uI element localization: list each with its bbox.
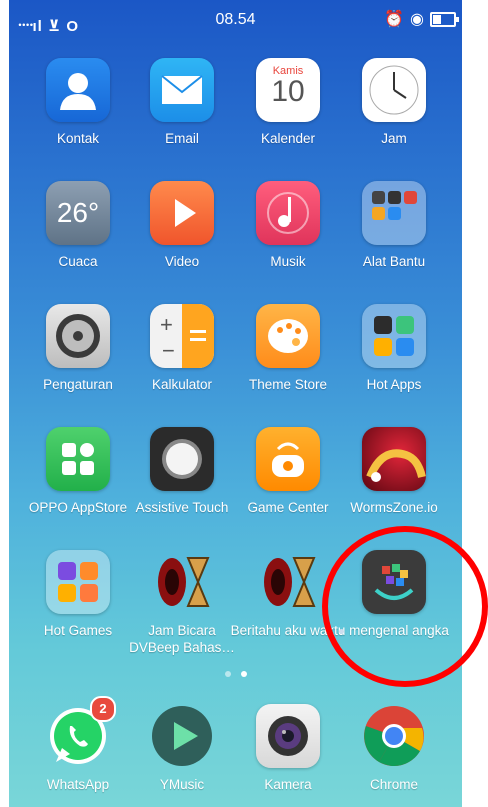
speaker-hourglass-icon — [256, 550, 320, 614]
folder-icon — [362, 181, 426, 245]
clock-icon — [362, 58, 426, 122]
chrome-icon — [362, 704, 426, 768]
whatsapp-icon: 2 — [46, 696, 116, 768]
speaker-hourglass-icon — [150, 550, 214, 614]
app-pengaturan[interactable]: Pengaturan — [19, 304, 137, 393]
camera-icon — [256, 704, 320, 768]
folder-icon — [362, 304, 426, 368]
weather-icon: 26° — [46, 181, 110, 245]
dock-kamera[interactable]: Kamera — [229, 704, 347, 793]
calendar-icon: Kamis 10 — [256, 58, 320, 122]
calculator-icon: + − — [150, 304, 214, 368]
page-dot-2[interactable] — [240, 671, 247, 677]
folder-alat-bantu[interactable]: Alat Bantu — [335, 181, 453, 270]
folder-icon — [46, 550, 110, 614]
app-kontak[interactable]: Kontak — [19, 58, 137, 147]
highlight-circle — [322, 526, 488, 687]
svg-text:+: + — [160, 312, 173, 337]
worm-game-icon — [362, 427, 426, 491]
contacts-icon — [46, 58, 110, 122]
dock-chrome[interactable]: Chrome — [335, 704, 453, 793]
battery-icon — [430, 11, 459, 27]
page-dot-1[interactable] — [224, 671, 231, 677]
email-icon — [150, 58, 214, 122]
dock-ymusic[interactable]: YMusic — [123, 704, 241, 793]
appstore-icon — [46, 427, 110, 491]
app-jam-bicara[interactable]: Jam Bicara DVBeep Bahas… — [123, 550, 241, 656]
app-musik[interactable]: Musik — [229, 181, 347, 270]
eye-icon: ◉ — [410, 11, 424, 28]
app-jam[interactable]: Jam — [335, 58, 453, 147]
music-icon — [256, 181, 320, 245]
alarm-icon: ⏰ — [384, 11, 405, 28]
app-email[interactable]: Email — [123, 58, 241, 147]
status-bar: ᠁ıl ⊻ O 08.54 ⏰ ◉ — [9, 0, 462, 40]
folder-hot-games[interactable]: Hot Games — [19, 550, 137, 639]
settings-icon — [46, 304, 110, 368]
gamepad-icon — [256, 427, 320, 491]
notification-badge: 2 — [90, 696, 116, 722]
app-video[interactable]: Video — [123, 181, 241, 270]
assistive-touch-icon — [150, 427, 214, 491]
ymusic-icon — [150, 704, 214, 768]
app-game-center[interactable]: Game Center — [229, 427, 347, 516]
app-theme-store[interactable]: Theme Store — [229, 304, 347, 393]
app-cuaca[interactable]: 26° Cuaca — [19, 181, 137, 270]
palette-icon — [256, 304, 320, 368]
app-wormszone[interactable]: WormsZone.io — [335, 427, 453, 516]
app-kalkulator[interactable]: + − Kalkulator — [123, 304, 241, 393]
dock-whatsapp[interactable]: 2 WhatsApp — [19, 696, 137, 793]
app-kalender[interactable]: Kamis 10 Kalender — [229, 58, 347, 147]
app-oppo-appstore[interactable]: OPPO AppStore — [19, 427, 137, 516]
svg-text:−: − — [162, 338, 175, 363]
folder-hot-apps[interactable]: Hot Apps — [335, 304, 453, 393]
video-icon — [150, 181, 214, 245]
status-right: ⏰ ◉ — [384, 9, 459, 29]
app-assistive-touch[interactable]: Assistive Touch — [123, 427, 241, 516]
